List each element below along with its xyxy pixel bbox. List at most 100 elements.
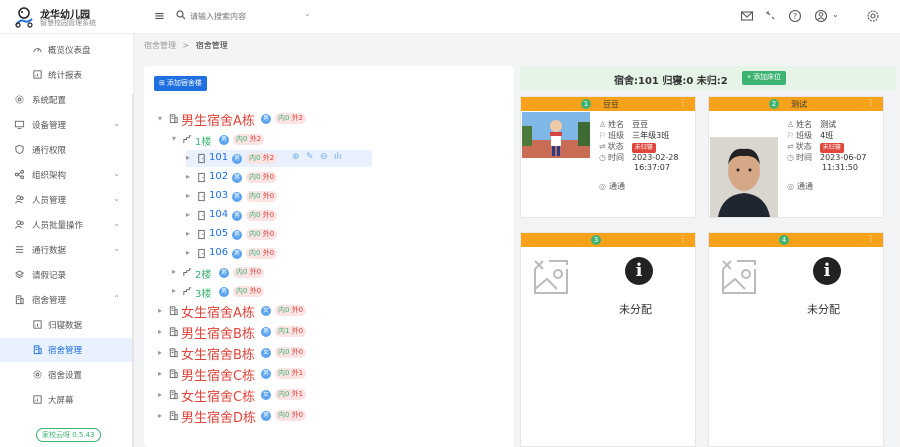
sidebar-item[interactable]: 组织架构 ⌄ [0, 163, 132, 187]
tree-node[interactable]: ▸ 105 男内0 外0 [144, 226, 514, 244]
layers-icon [14, 270, 25, 279]
sidebar-item[interactable]: 请假记录 [0, 263, 132, 287]
edit-icon[interactable]: ✎ [306, 152, 314, 162]
tree-node[interactable]: ▸ 男生宿舍D栋男内0 外0 [144, 407, 514, 426]
sidebar-item-label: 统计报表 [48, 71, 83, 81]
room-summary-bar: 宿舍:101 归寝:0 未归:2 + 添加床位 [520, 66, 896, 90]
sidebar-item[interactable]: 宿舍管理 ⌃ [0, 288, 132, 312]
caret-right-icon[interactable]: ▸ [186, 248, 190, 257]
sidebar-item[interactable]: 概览仪表盘 [0, 38, 132, 62]
sidebar-item[interactable]: 大屏幕 [0, 388, 132, 412]
sidebar-item[interactable]: 通行数据 ⌄ [0, 238, 132, 262]
tree-node[interactable]: ▸ 102 男内0 外0 [144, 169, 514, 187]
caret-right-icon[interactable]: ▸ [186, 172, 190, 181]
sidebar-item[interactable]: 设备管理 ⌄ [0, 113, 132, 137]
tree-node-label: 102 [209, 171, 229, 182]
sidebar-item-label: 人员批量操作 [32, 221, 84, 231]
sidebar-item[interactable]: 系统配置 [0, 88, 132, 112]
building-icon [169, 114, 178, 124]
unassigned-label: 未分配 [807, 303, 840, 316]
tree-node[interactable]: ▸ 3楼男内0 外0 [144, 283, 514, 301]
sidebar-item[interactable]: 通行权限 [0, 138, 132, 162]
tree-node[interactable]: ▸ 101 男内0 外2 ⊕ ✎ ⊖ ılı [144, 150, 514, 168]
floor-icon [183, 135, 192, 144]
sidebar-item-label: 组织架构 [32, 171, 67, 181]
tree-node[interactable]: ▸ 男生宿舍C栋男内0 外1 [144, 365, 514, 384]
help-icon[interactable]: ? [788, 9, 802, 23]
tree-node[interactable]: ▸ 103 男内0 外0 [144, 188, 514, 206]
more-options-icon[interactable]: ⋮ [679, 234, 687, 243]
gender-badge: 男 [219, 268, 229, 278]
chevron-down-icon[interactable]: ⌄ [304, 9, 311, 18]
caret-right-icon[interactable]: ▸ [158, 390, 162, 399]
sidebar-item[interactable]: 归寝数据 [0, 313, 132, 337]
in-count: 内0 [278, 114, 292, 122]
chevron-icon: ⌄ [113, 194, 120, 203]
sidebar-item[interactable]: 人员批量操作 ⌄ [0, 213, 132, 237]
in-count: 内0 [249, 211, 263, 219]
caret-right-icon[interactable]: ▸ [186, 229, 190, 238]
sidebar-item[interactable]: 宿舍设置 [0, 363, 132, 387]
tree-node-label: 男生宿舍C栋 [181, 369, 256, 384]
sidebar-item-label: 通行权限 [32, 146, 67, 156]
tree-node[interactable]: ▸ 106 男内0 外0 [144, 245, 514, 263]
bed-card[interactable]: 1 豆豆 ⋮ ♙ 姓名 豆豆 ⚐ 班级 三年级3班 ⇌ 状态 未归寝 ◷ 时间 2023-02-28 16:3… [520, 96, 696, 218]
caret-right-icon[interactable]: ▸ [186, 153, 190, 162]
tree-node[interactable]: ▸ 女生宿舍A栋女内0 外0 [144, 302, 514, 321]
caret-right-icon[interactable]: ▸ [158, 369, 162, 378]
caret-right-icon[interactable]: ▸ [172, 286, 176, 295]
shield-icon [15, 144, 24, 155]
tree-node[interactable]: ▸ 男生宿舍B栋男内1 外0 [144, 323, 514, 342]
info-key: 姓名 [608, 120, 625, 129]
bed-number-badge: 4 [779, 235, 789, 245]
user-avatar-icon[interactable] [814, 9, 828, 23]
caret-right-icon[interactable]: ▸ [186, 191, 190, 200]
tree-node[interactable]: ▾ 男生宿舍A栋男内0 外2 [144, 110, 514, 129]
caret-right-icon[interactable]: ▸ [158, 306, 162, 315]
sidebar-item[interactable]: 宿舍管理 [0, 338, 132, 362]
more-options-icon[interactable]: ⋮ [867, 234, 875, 243]
delete-icon[interactable]: ⊖ [320, 152, 328, 162]
caret-right-icon[interactable]: ▸ [186, 210, 190, 219]
gender-badge: 女 [261, 306, 271, 316]
out-count: 外0 [262, 211, 275, 219]
chevron-icon: ⌄ [113, 244, 120, 253]
in-count: 内0 [278, 369, 292, 377]
search-input[interactable] [190, 8, 300, 24]
add-bed-button[interactable]: + 添加床位 [742, 71, 787, 85]
bed-card-header: 1 豆豆 ⋮ [521, 97, 695, 111]
mail-icon[interactable] [740, 9, 754, 23]
tree-node[interactable]: ▸ 2楼男内0 外0 [144, 264, 514, 282]
occupant-photo [710, 137, 778, 217]
caret-right-icon[interactable]: ▸ [172, 267, 176, 276]
add-icon[interactable]: ⊕ [292, 152, 300, 162]
bed-card[interactable]: 4 ⋮ i 未分配 [708, 232, 884, 447]
add-building-button[interactable]: ⊞ 添加宿舍楼 [154, 76, 207, 91]
menu-toggle-icon[interactable]: ≡ [154, 9, 165, 24]
caret-down-icon[interactable]: ▾ [158, 114, 162, 123]
more-options-icon[interactable]: ⋮ [867, 98, 875, 107]
settings-icon[interactable] [866, 9, 880, 23]
tree-node[interactable]: ▸ 女生宿舍C栋女内0 外1 [144, 386, 514, 405]
in-count: 内0 [249, 173, 263, 181]
bed-card[interactable]: 3 ⋮ i 未分配 [520, 232, 696, 447]
out-count: 外2 [262, 154, 275, 162]
sidebar-item[interactable]: 人员管理 ⌄ [0, 188, 132, 212]
occupancy-count: 内0 外1 [275, 389, 307, 400]
tree-node[interactable]: ▸ 女生宿舍B栋女内0 外0 [144, 344, 514, 363]
caret-right-icon[interactable]: ▸ [158, 327, 162, 336]
tree-node[interactable]: ▸ 104 男内0 外0 [144, 207, 514, 225]
more-options-icon[interactable]: ⋮ [679, 98, 687, 107]
fullscreen-icon[interactable] [764, 9, 778, 23]
caret-right-icon[interactable]: ▸ [158, 411, 162, 420]
caret-right-icon[interactable]: ▸ [158, 348, 162, 357]
stats-icon[interactable]: ılı [334, 152, 342, 162]
sidebar-item[interactable]: 统计报表 [0, 63, 132, 87]
chevron-down-icon[interactable]: ⌄ [832, 10, 839, 19]
bed-card[interactable]: 2 测试 ⋮ ♙ 姓名 测试 ⚐ 班级 4班 ⇌ 状态 未归寝 ◷ 时间 2023-06-07 11:31:5… [708, 96, 884, 218]
bed-info-row: 11:31:50 [787, 163, 858, 172]
out-count: 外0 [249, 268, 262, 276]
tree-node[interactable]: ▾ 1楼男内0 外2 [144, 131, 514, 149]
caret-down-icon[interactable]: ▾ [172, 134, 176, 143]
breadcrumb-parent[interactable]: 宿舍管理 [144, 41, 176, 50]
